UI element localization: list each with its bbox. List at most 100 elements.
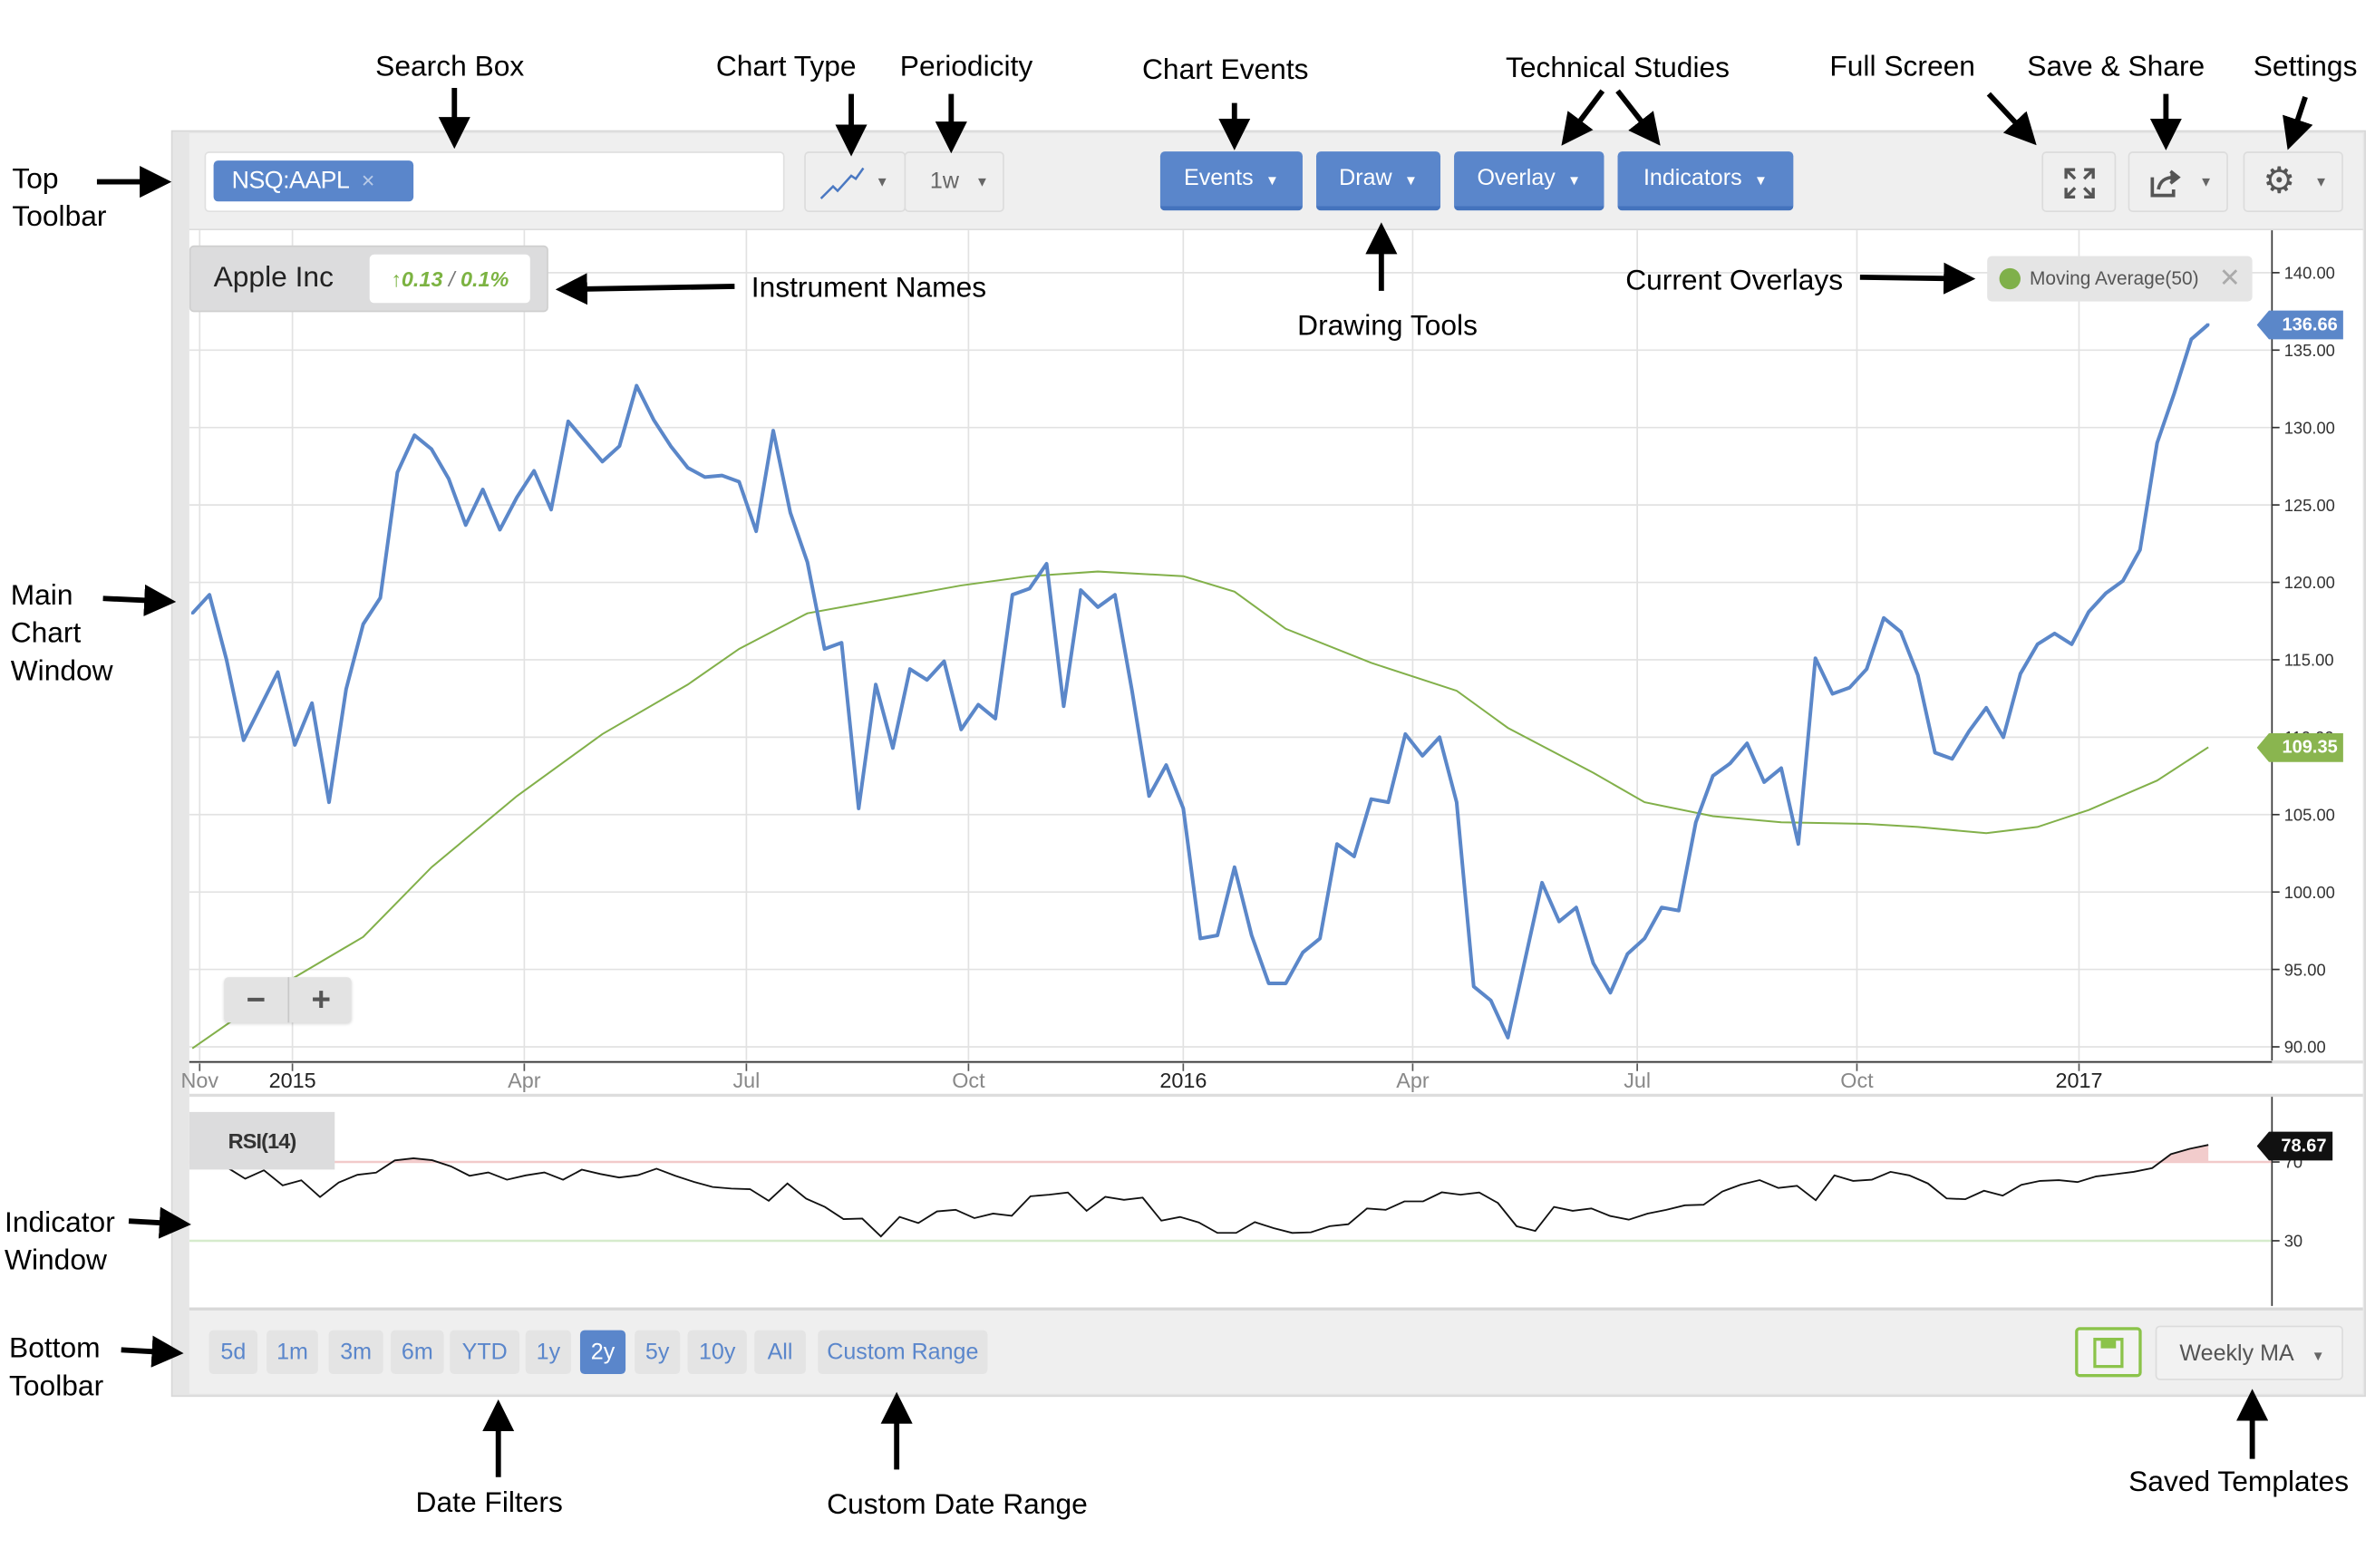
y-tick-label: 90.00 [2284, 1038, 2326, 1057]
price-point [1045, 562, 1048, 566]
save-template-button[interactable] [2075, 1327, 2142, 1378]
date-filter-1m[interactable]: 1m [267, 1330, 318, 1375]
price-point [1934, 751, 1936, 754]
price-point [1352, 855, 1356, 858]
price-point [789, 511, 792, 514]
price-point [447, 477, 451, 480]
price-point [208, 593, 211, 596]
price-point [1814, 656, 1818, 660]
price-point [994, 717, 997, 721]
price-point [703, 476, 706, 479]
price-point [1267, 982, 1270, 985]
price-point [1062, 704, 1065, 708]
annotation-drawing-tools: Drawing Tools [1297, 310, 1478, 343]
date-filter-ytd[interactable]: YTD [450, 1330, 520, 1375]
price-point [1984, 706, 1988, 710]
y-tick-label: 125.00 [2284, 496, 2335, 515]
price-point [1096, 605, 1100, 609]
price-point [1011, 593, 1014, 596]
price-point [1660, 905, 1663, 909]
annotation-save-share: Save & Share [2027, 51, 2205, 83]
price-point [412, 433, 416, 437]
rsi-value-label: 78.67 [2281, 1134, 2327, 1157]
x-tick-label: Oct [1840, 1069, 1874, 1092]
price-point [1711, 774, 1714, 778]
price-point [1370, 798, 1372, 801]
price-point [1865, 667, 1868, 671]
price-point [1216, 934, 1219, 937]
price-point [2070, 643, 2073, 646]
annotation-settings: Settings [2253, 51, 2358, 83]
date-filter-custom-range[interactable]: Custom Range [818, 1330, 988, 1375]
price-point [2206, 323, 2210, 326]
price-point [259, 704, 262, 708]
template-value: Weekly MA [2179, 1341, 2294, 1367]
price-point [1831, 692, 1834, 695]
price-point [1523, 959, 1527, 962]
date-filter-2y[interactable]: 2y [579, 1330, 626, 1375]
price-point [430, 448, 433, 450]
price-point [1848, 686, 1851, 690]
price-point [618, 444, 621, 448]
annotation-current-overlays: Current Overlays [1625, 265, 1844, 297]
annotation-custom-date-range: Custom Date Range [827, 1489, 1088, 1522]
price-point [943, 660, 945, 663]
price-point [1113, 593, 1117, 596]
indicator-label-rsi[interactable]: RSI(14) [189, 1111, 335, 1170]
saved-templates-select[interactable]: Weekly MA ▼ [2155, 1325, 2343, 1380]
price-point [1694, 820, 1698, 824]
zoom-controls: − + [224, 977, 353, 1023]
price-point [2173, 392, 2176, 395]
x-tick-label: Jul [732, 1069, 760, 1092]
date-filter-5y[interactable]: 5y [635, 1330, 681, 1375]
overlay-chip-moving-average[interactable]: Moving Average(50) ✕ [1987, 256, 2253, 302]
date-filter-6m[interactable]: 6m [391, 1330, 444, 1375]
price-point [1540, 881, 1544, 885]
x-tick-label: Oct [952, 1069, 985, 1092]
x-tick-label: Jul [1624, 1069, 1651, 1092]
date-filter-3m[interactable]: 3m [328, 1330, 383, 1375]
price-point [464, 523, 468, 527]
up-arrow-icon: ↑ [391, 266, 402, 291]
price-point [1899, 630, 1903, 634]
price-point [1028, 587, 1032, 590]
price-point [567, 420, 570, 423]
chevron-down-icon: ▼ [2311, 1348, 2325, 1364]
price-point [1745, 741, 1749, 745]
date-filter-all[interactable]: All [754, 1330, 806, 1375]
zoom-in-button[interactable]: + [287, 977, 353, 1023]
price-point [584, 440, 587, 443]
price-point [362, 623, 365, 625]
rsi-y-tick-label: 30 [2284, 1232, 2302, 1251]
price-point [1335, 842, 1339, 846]
price-point [1729, 762, 1731, 765]
price-point [1148, 794, 1150, 798]
price-point [515, 496, 519, 498]
price-point [2189, 337, 2193, 341]
annotation-line: Toolbar [12, 201, 107, 234]
date-filter-10y[interactable]: 10y [687, 1330, 747, 1375]
price-point [1882, 616, 1885, 620]
y-tick-label: 100.00 [2284, 883, 2335, 902]
price-point [2053, 632, 2056, 635]
y-tick-label: 135.00 [2284, 341, 2335, 360]
annotation-line: Top [12, 163, 59, 196]
annotation-indicator-window: Indicator Window [5, 1205, 115, 1281]
price-point [344, 688, 348, 691]
price-point [1472, 985, 1476, 988]
price-point [1455, 800, 1459, 804]
price-point [1404, 732, 1407, 736]
date-filter-1y[interactable]: 1y [525, 1330, 571, 1375]
change-value: 0.13 [401, 266, 443, 291]
annotation-line: Bottom [9, 1332, 101, 1366]
date-filter-5d[interactable]: 5d [208, 1330, 258, 1375]
annotation-line: Window [5, 1244, 107, 1278]
annotation-full-screen: Full Screen [1829, 51, 1975, 83]
annotation-date-filters: Date Filters [415, 1487, 563, 1520]
price-point [379, 596, 382, 599]
annotation-line: Indicator [5, 1207, 115, 1240]
remove-overlay-icon[interactable]: ✕ [2219, 256, 2241, 301]
zoom-out-button[interactable]: − [224, 977, 287, 1022]
annotation-bottom-toolbar: Bottom Toolbar [9, 1331, 103, 1407]
annotation-main-chart-window: Main Chart Window [11, 577, 113, 691]
